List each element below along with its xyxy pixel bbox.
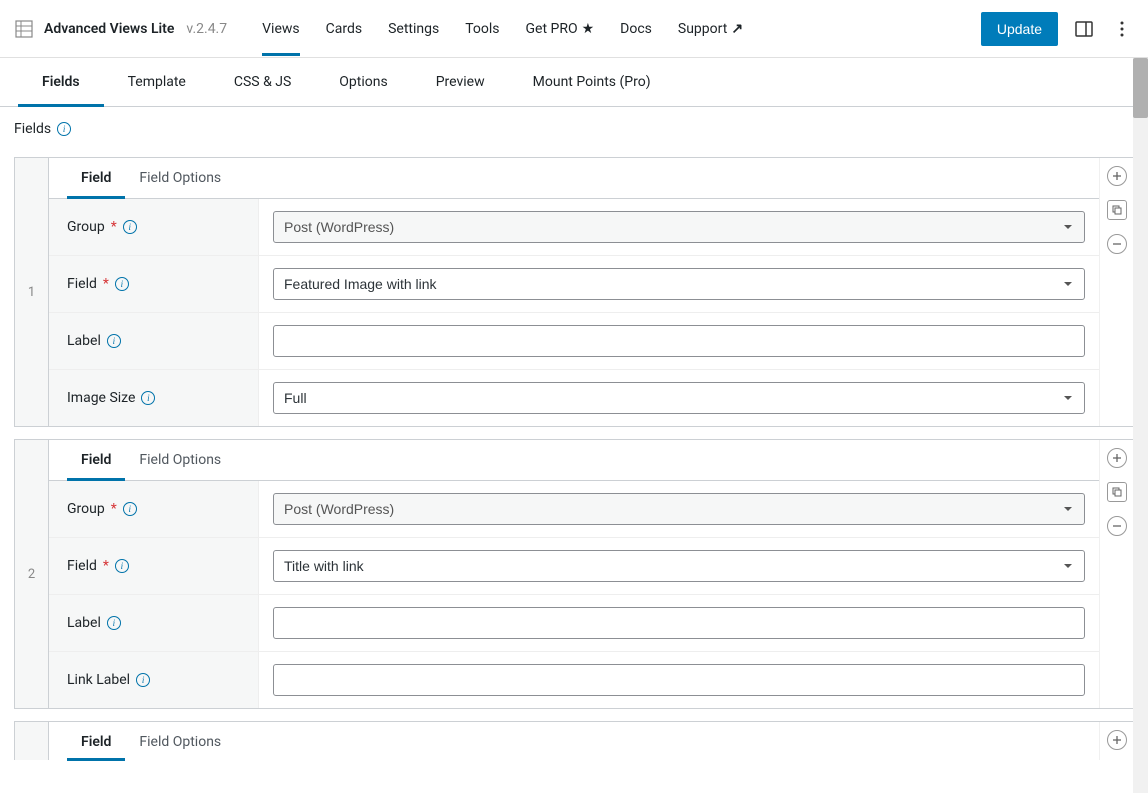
label-group: Group* i — [49, 481, 259, 537]
image-size-select[interactable]: Full — [273, 382, 1085, 414]
remove-button[interactable] — [1107, 234, 1127, 254]
subtab-field-options[interactable]: Field Options — [125, 440, 235, 480]
label-input[interactable] — [273, 325, 1085, 357]
info-icon[interactable]: i — [107, 616, 121, 630]
label-image-size: Image Size i — [49, 370, 259, 426]
scrollbar-thumb[interactable] — [1133, 58, 1148, 118]
row-field: Field* i Title with link — [49, 538, 1099, 595]
block-actions — [1099, 158, 1133, 426]
topnav-views[interactable]: Views — [249, 3, 313, 55]
topbar-left: Advanced Views Lite v.2.4.7 — [14, 19, 227, 39]
label-label: Label i — [49, 595, 259, 651]
field-select[interactable]: Featured Image with link — [273, 268, 1085, 300]
topnav-cards[interactable]: Cards — [313, 3, 375, 55]
duplicate-button[interactable] — [1107, 482, 1127, 502]
field-block: 2 Field Field Options Group* i Post (Wor… — [14, 439, 1134, 709]
update-button[interactable]: Update — [981, 12, 1058, 46]
tab-options[interactable]: Options — [315, 58, 411, 106]
row-group: Group* i Post (WordPress) — [49, 199, 1099, 256]
app-version: v.2.4.7 — [186, 21, 227, 37]
link-label-input[interactable] — [273, 664, 1085, 696]
info-icon[interactable]: i — [123, 220, 137, 234]
tab-template[interactable]: Template — [104, 58, 210, 106]
subtab-field[interactable]: Field — [67, 158, 125, 198]
info-icon[interactable]: i — [57, 122, 71, 136]
kebab-menu-icon[interactable] — [1110, 17, 1134, 41]
external-link-icon — [731, 21, 743, 37]
topnav-settings[interactable]: Settings — [375, 3, 452, 55]
section-title: Fields i — [14, 121, 1134, 147]
label-group: Group* i — [49, 199, 259, 255]
label-field: Field* i — [49, 256, 259, 312]
add-button[interactable] — [1107, 448, 1127, 468]
label-field: Field* i — [49, 538, 259, 594]
panel-toggle-icon[interactable] — [1072, 17, 1096, 41]
group-select[interactable]: Post (WordPress) — [273, 493, 1085, 525]
block-actions — [1099, 440, 1133, 708]
block-body: Field Field Options Group* i Post (WordP… — [49, 440, 1099, 708]
field-block: Field Field Options — [14, 721, 1134, 760]
info-icon[interactable]: i — [136, 673, 150, 687]
topbar: Advanced Views Lite v.2.4.7 Views Cards … — [0, 0, 1148, 58]
group-select[interactable]: Post (WordPress) — [273, 211, 1085, 243]
row-link-label: Link Label i — [49, 652, 1099, 708]
info-icon[interactable]: i — [141, 391, 155, 405]
block-actions — [1099, 722, 1133, 760]
subtab-field-options[interactable]: Field Options — [125, 722, 235, 760]
add-button[interactable] — [1107, 166, 1127, 186]
topnav-get-pro-label: Get PRO — [526, 21, 578, 37]
block-subtabs: Field Field Options — [49, 722, 1099, 760]
block-number: 2 — [15, 440, 49, 708]
tab-fields[interactable]: Fields — [18, 58, 104, 106]
field-select[interactable]: Title with link — [273, 550, 1085, 582]
topnav-get-pro[interactable]: Get PRO — [513, 3, 608, 55]
info-icon[interactable]: i — [115, 559, 129, 573]
section-title-text: Fields — [14, 121, 51, 137]
content: Fields Template CSS & JS Options Preview… — [0, 58, 1148, 760]
info-icon[interactable]: i — [107, 334, 121, 348]
row-field: Field* i Featured Image with link — [49, 256, 1099, 313]
block-subtabs: Field Field Options — [49, 158, 1099, 199]
tab-css-js[interactable]: CSS & JS — [210, 58, 315, 106]
block-body: Field Field Options Group* i Post (WordP… — [49, 158, 1099, 426]
label-input[interactable] — [273, 607, 1085, 639]
info-icon[interactable]: i — [123, 502, 137, 516]
topnav-support[interactable]: Support — [665, 3, 756, 55]
row-group: Group* i Post (WordPress) — [49, 481, 1099, 538]
app-title: Advanced Views Lite — [44, 21, 174, 37]
label-link-label: Link Label i — [49, 652, 259, 708]
block-number: 1 — [15, 158, 49, 426]
subtab-field[interactable]: Field — [67, 440, 125, 480]
tab-mount-points[interactable]: Mount Points (Pro) — [509, 58, 675, 106]
add-button[interactable] — [1107, 730, 1127, 750]
remove-button[interactable] — [1107, 516, 1127, 536]
field-block: 1 Field Field Options Group* i Post (Wor… — [14, 157, 1134, 427]
subtab-field[interactable]: Field — [67, 722, 125, 760]
required-asterisk: * — [103, 276, 109, 292]
required-asterisk: * — [103, 558, 109, 574]
app-grid-icon — [14, 19, 34, 39]
duplicate-button[interactable] — [1107, 200, 1127, 220]
page-tabs: Fields Template CSS & JS Options Preview… — [0, 58, 1148, 107]
block-body: Field Field Options — [49, 722, 1099, 760]
required-asterisk: * — [111, 219, 117, 235]
required-asterisk: * — [111, 501, 117, 517]
fields-section: Fields i — [0, 107, 1148, 157]
topnav-support-label: Support — [678, 21, 727, 37]
star-icon — [582, 21, 595, 37]
info-icon[interactable]: i — [115, 277, 129, 291]
scrollbar[interactable] — [1133, 58, 1148, 793]
topnav-tools[interactable]: Tools — [452, 3, 512, 55]
topbar-right: Update — [981, 12, 1134, 46]
block-subtabs: Field Field Options — [49, 440, 1099, 481]
block-number — [15, 722, 49, 760]
tab-preview[interactable]: Preview — [412, 58, 509, 106]
row-image-size: Image Size i Full — [49, 370, 1099, 426]
label-label: Label i — [49, 313, 259, 369]
subtab-field-options[interactable]: Field Options — [125, 158, 235, 198]
topnav-docs[interactable]: Docs — [607, 3, 665, 55]
row-label: Label i — [49, 313, 1099, 370]
row-label: Label i — [49, 595, 1099, 652]
top-nav: Views Cards Settings Tools Get PRO Docs … — [249, 3, 756, 55]
